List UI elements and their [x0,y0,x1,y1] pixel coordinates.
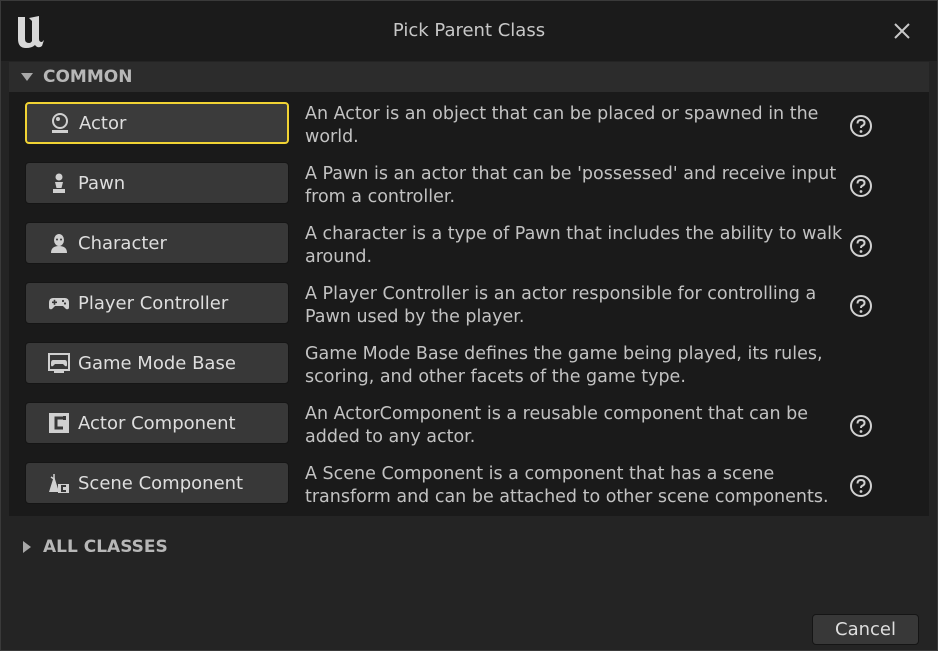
scene-component-description: A Scene Component is a component that ha… [305,464,829,507]
section-all-classes[interactable]: ALL CLASSES [9,532,929,562]
close-icon[interactable] [892,21,912,41]
help-icon[interactable] [849,474,873,498]
help-icon[interactable] [849,174,873,198]
player-controller-button[interactable]: Player Controller [25,282,289,324]
section-common[interactable]: COMMON [9,62,929,92]
scene-component-button[interactable]: Scene Component [25,462,289,504]
gamepad-icon [48,292,70,314]
pawn-description: A Pawn is an actor that can be 'possesse… [305,164,837,207]
list-item: Actor Component An ActorComponent is a r… [9,392,929,452]
pawn-icon [48,172,70,194]
game-mode-base-description: Game Mode Base defines the game being pl… [305,344,823,387]
help-icon[interactable] [849,294,873,318]
list-item: Scene Component A Scene Component is a c… [9,452,929,512]
list-item: Character A character is a type of Pawn … [9,212,929,272]
player-controller-description: A Player Controller is an actor responsi… [305,284,817,327]
help-icon[interactable] [849,414,873,438]
title-bar: Pick Parent Class [1,1,937,61]
list-item: Game Mode Base Game Mode Base defines th… [9,332,929,392]
section-common-label: COMMON [43,67,133,87]
actor-component-description: An ActorComponent is a reusable componen… [305,404,809,447]
character-label: Character [78,232,167,254]
common-class-list: Actor An Actor is an object that can be … [9,92,929,516]
triangle-right-icon [23,541,31,553]
game-mode-base-label: Game Mode Base [78,352,236,374]
actor-label: Actor [79,112,127,134]
pawn-button[interactable]: Pawn [25,162,289,204]
actor-icon [49,112,71,134]
game-mode-icon [48,352,70,374]
pick-parent-class-dialog: Pick Parent Class COMMON Actor An Actor … [0,0,938,651]
character-icon [48,232,70,254]
scene-component-label: Scene Component [78,472,244,494]
section-all-classes-label: ALL CLASSES [43,537,168,557]
actor-component-label: Actor Component [78,412,236,434]
game-mode-base-button[interactable]: Game Mode Base [25,342,289,384]
list-item: Actor An Actor is an object that can be … [9,92,929,152]
list-item: Pawn A Pawn is an actor that can be 'pos… [9,152,929,212]
actor-description: An Actor is an object that can be placed… [305,104,819,147]
character-button[interactable]: Character [25,222,289,264]
scene-component-icon [48,472,70,494]
triangle-down-icon [21,73,33,81]
actor-component-button[interactable]: Actor Component [25,402,289,444]
list-item: Player Controller A Player Controller is… [9,272,929,332]
actor-button[interactable]: Actor [25,102,289,144]
character-description: A character is a type of Pawn that inclu… [305,224,843,267]
help-icon[interactable] [849,234,873,258]
cancel-button[interactable]: Cancel [812,614,919,645]
actor-component-icon [48,412,70,434]
player-controller-label: Player Controller [78,292,229,314]
pawn-label: Pawn [78,172,126,194]
dialog-title: Pick Parent Class [392,20,546,41]
help-icon[interactable] [849,114,873,138]
